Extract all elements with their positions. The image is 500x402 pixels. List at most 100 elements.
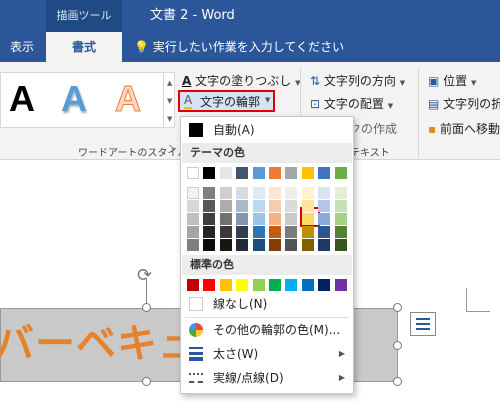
theme-color-swatch[interactable]: [301, 239, 314, 251]
rotate-handle-icon[interactable]: ⟳: [137, 265, 152, 286]
text-outline-button[interactable]: A 文字の輪郭 ▼: [178, 90, 275, 112]
wrap-text-button[interactable]: ▤ 文字列の折: [428, 95, 500, 112]
theme-color-swatch[interactable]: [285, 187, 298, 199]
theme-color-swatch[interactable]: [219, 200, 232, 212]
theme-color-swatch[interactable]: [252, 200, 265, 212]
theme-color-swatch[interactable]: [285, 167, 298, 179]
tell-me-search[interactable]: 💡 実行したい作業を入力してください: [134, 32, 344, 62]
menu-item-more-colors[interactable]: その他の輪郭の色(M)...: [181, 319, 353, 341]
theme-color-swatch[interactable]: [301, 213, 314, 225]
theme-color-swatch[interactable]: [252, 167, 265, 179]
theme-color-swatch[interactable]: [285, 200, 298, 212]
theme-color-swatch[interactable]: [301, 200, 314, 212]
theme-color-swatch[interactable]: [236, 213, 249, 225]
wordart-style-black[interactable]: A: [9, 77, 35, 121]
standard-color-swatch[interactable]: [318, 279, 331, 291]
theme-color-swatch[interactable]: [318, 167, 331, 179]
menu-item-auto[interactable]: 自動(A): [181, 119, 353, 141]
theme-color-swatch[interactable]: [269, 167, 281, 179]
theme-color-swatch[interactable]: [301, 226, 314, 238]
resize-handle-top-right[interactable]: [393, 303, 402, 312]
wordart-style-blue[interactable]: A: [61, 77, 87, 121]
theme-color-swatch[interactable]: [236, 239, 249, 251]
theme-color-swatch[interactable]: [252, 226, 265, 238]
bring-forward-button[interactable]: ▪ 前面へ移動: [428, 120, 500, 137]
text-direction-button[interactable]: ⇅ 文字列の方向 ▼: [310, 72, 405, 89]
theme-color-swatch[interactable]: [203, 226, 216, 238]
theme-color-swatch[interactable]: [187, 239, 199, 251]
theme-color-swatch[interactable]: [301, 167, 314, 179]
theme-color-swatch[interactable]: [203, 213, 216, 225]
standard-color-swatch[interactable]: [187, 279, 199, 291]
theme-color-swatch[interactable]: [334, 167, 347, 179]
theme-color-swatch[interactable]: [334, 239, 347, 251]
scroll-down-icon[interactable]: ▼: [167, 97, 172, 105]
theme-color-swatch[interactable]: [252, 239, 265, 251]
theme-color-swatch[interactable]: [301, 187, 314, 199]
standard-color-swatch[interactable]: [301, 279, 314, 291]
theme-color-swatch[interactable]: [236, 200, 249, 212]
theme-color-swatch[interactable]: [187, 200, 199, 212]
theme-color-swatch[interactable]: [285, 239, 298, 251]
theme-color-swatch[interactable]: [236, 187, 249, 199]
scroll-up-icon[interactable]: ▲: [167, 79, 172, 87]
gallery-more-icon[interactable]: ▼: [167, 115, 172, 123]
wordart-style-orange-outline[interactable]: A: [115, 77, 142, 121]
resize-handle-top[interactable]: [142, 303, 151, 312]
menu-item-weight[interactable]: 太さ(W) ▶: [181, 343, 353, 365]
theme-color-swatch[interactable]: [219, 167, 232, 179]
standard-color-swatch[interactable]: [334, 279, 347, 291]
theme-color-swatch[interactable]: [269, 187, 281, 199]
menu-item-no-line[interactable]: 線なし(N): [181, 293, 353, 315]
theme-color-swatch[interactable]: [334, 213, 347, 225]
tab-format[interactable]: 書式: [46, 32, 122, 62]
standard-color-swatch[interactable]: [285, 279, 298, 291]
theme-color-swatch[interactable]: [203, 239, 216, 251]
theme-color-swatch[interactable]: [187, 167, 199, 179]
resize-handle-right[interactable]: [393, 341, 402, 350]
resize-handle-bottom[interactable]: [142, 377, 151, 386]
theme-color-swatch[interactable]: [318, 200, 331, 212]
align-text-button[interactable]: ⊡ 文字の配置 ▼: [310, 95, 393, 112]
resize-handle-bottom-right[interactable]: [393, 377, 402, 386]
layout-options-icon[interactable]: [410, 312, 436, 336]
standard-color-swatch[interactable]: [252, 279, 265, 291]
theme-color-swatch[interactable]: [269, 239, 281, 251]
theme-color-swatch[interactable]: [187, 187, 199, 199]
theme-color-swatch[interactable]: [236, 167, 249, 179]
standard-color-swatch[interactable]: [219, 279, 232, 291]
theme-color-swatch[interactable]: [269, 213, 281, 225]
theme-color-swatch[interactable]: [334, 226, 347, 238]
theme-color-swatch[interactable]: [285, 226, 298, 238]
dialog-launcher-icon[interactable]: ↘: [168, 143, 176, 153]
theme-color-swatch[interactable]: [236, 226, 249, 238]
theme-color-swatch[interactable]: [318, 239, 331, 251]
text-fill-button[interactable]: A 文字の塗りつぶし ▼: [182, 72, 300, 89]
tab-view[interactable]: 表示: [0, 32, 44, 62]
theme-color-swatch[interactable]: [187, 226, 199, 238]
theme-color-swatch[interactable]: [269, 200, 281, 212]
theme-color-swatch[interactable]: [252, 187, 265, 199]
position-button[interactable]: ▣ 位置 ▼: [428, 72, 476, 89]
theme-color-swatch[interactable]: [334, 200, 347, 212]
theme-color-swatch[interactable]: [203, 200, 216, 212]
theme-color-swatch[interactable]: [203, 187, 216, 199]
theme-color-swatch[interactable]: [219, 187, 232, 199]
theme-color-swatch[interactable]: [334, 187, 347, 199]
theme-color-swatch[interactable]: [318, 213, 331, 225]
theme-color-swatch[interactable]: [219, 226, 232, 238]
menu-item-dashes[interactable]: 実線/点線(D) ▶: [181, 367, 353, 389]
gallery-scroll[interactable]: ▲ ▼ ▼: [163, 72, 175, 128]
theme-color-swatch[interactable]: [318, 187, 331, 199]
theme-color-swatch[interactable]: [252, 213, 265, 225]
theme-color-swatch[interactable]: [318, 226, 331, 238]
standard-color-swatch[interactable]: [236, 279, 249, 291]
standard-color-swatch[interactable]: [203, 279, 216, 291]
theme-color-swatch[interactable]: [269, 226, 281, 238]
theme-color-swatch[interactable]: [219, 239, 232, 251]
theme-color-swatch[interactable]: [203, 167, 216, 179]
theme-color-swatch[interactable]: [187, 213, 199, 225]
standard-color-swatch[interactable]: [269, 279, 281, 291]
theme-color-swatch[interactable]: [219, 213, 232, 225]
theme-color-swatch[interactable]: [285, 213, 298, 225]
